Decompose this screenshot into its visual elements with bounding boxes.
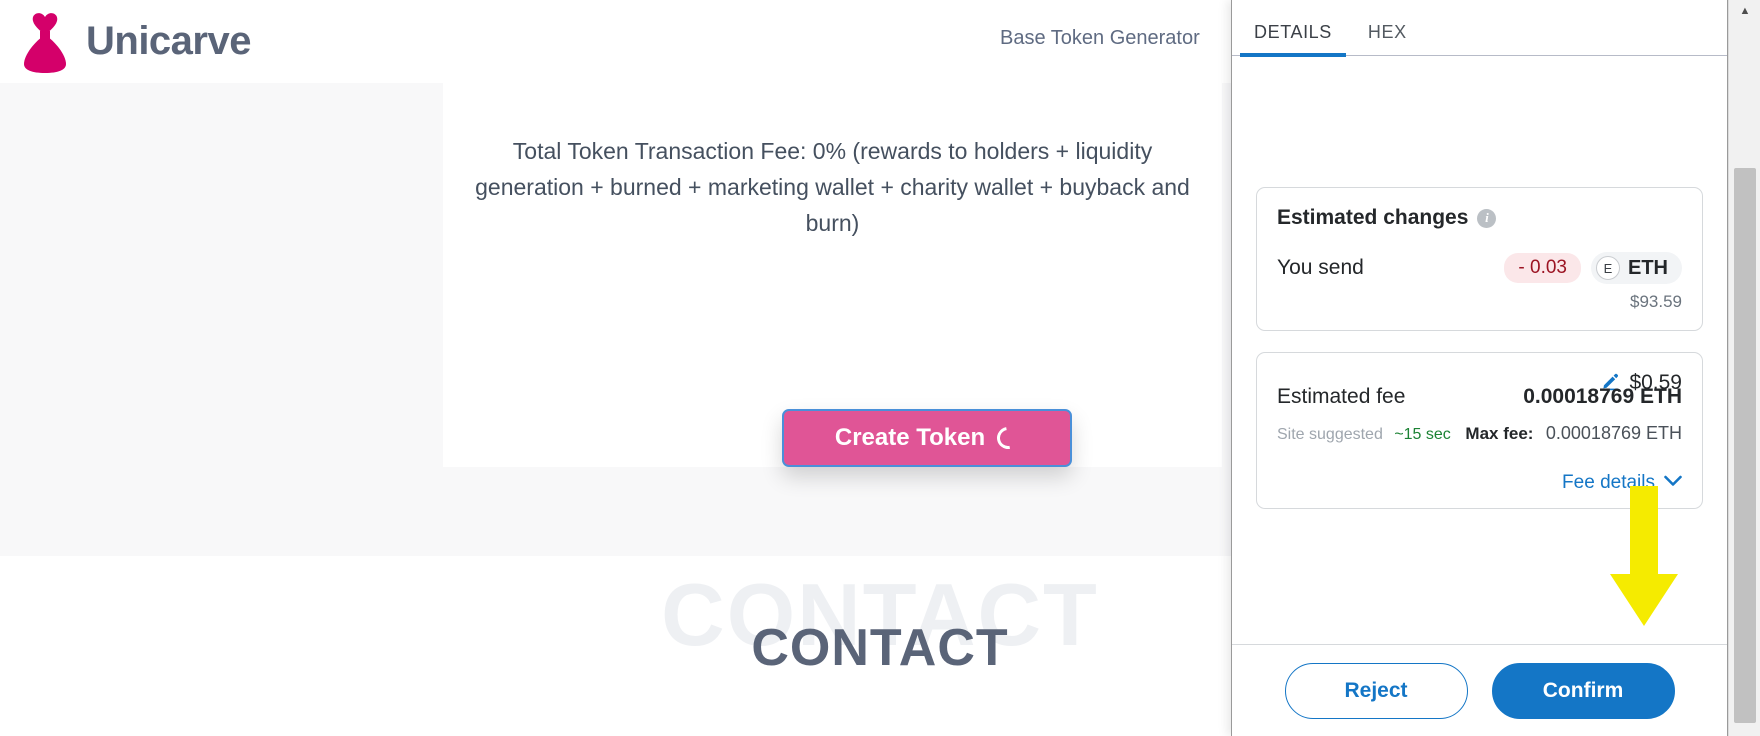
create-token-button[interactable]: Create Token [782,409,1072,467]
estimated-fee-eth: 0.00018769 ETH [1523,385,1682,408]
eth-token-avatar-icon: E [1596,256,1620,280]
heart-dress-logo-icon [18,11,72,73]
yellow-down-arrow-icon [1608,486,1680,636]
estimated-fee-label: Estimated fee [1277,385,1406,408]
send-amount-badge: - 0.03 [1504,253,1581,283]
token-symbol: ETH [1628,256,1668,279]
site-suggested-label: Site suggested [1277,426,1383,443]
wallet-tabs: DETAILS HEX [1232,0,1727,57]
token-info-card: Total Token Transaction Fee: 0% (rewards… [443,83,1222,467]
you-send-row: You send - 0.03 E ETH [1277,252,1682,284]
brand-logo[interactable]: Unicarve [18,11,251,73]
loading-spinner-icon [992,422,1024,454]
tab-hex[interactable]: HEX [1354,22,1421,55]
wallet-footer: Reject Confirm [1232,644,1727,736]
nav-link-base-token-generator[interactable]: Base Token Generator [1000,27,1200,50]
create-token-label: Create Token [834,424,986,451]
estimated-changes-label: Estimated changes [1277,206,1469,229]
fee-meta-row: Site suggested ~15 sec Max fee: 0.000187… [1277,423,1682,444]
fee-description-text: Total Token Transaction Fee: 0% (rewards… [475,138,1190,236]
you-send-values: - 0.03 E ETH [1504,252,1682,284]
max-fee-value: 0.00018769 ETH [1545,423,1682,443]
token-chip: E ETH [1591,252,1682,284]
info-icon[interactable]: i [1477,208,1497,228]
you-send-label: You send [1277,256,1364,279]
scroll-up-arrow-icon[interactable]: ▲ [1729,0,1760,22]
max-fee-label: Max fee: [1465,424,1534,443]
scrollbar-thumb[interactable] [1734,168,1756,723]
confirm-button[interactable]: Confirm [1491,662,1675,719]
send-fiat-value: $93.59 [1630,292,1682,311]
fee-eta: ~15 sec [1394,426,1451,443]
fee-amount-row: Estimated fee 0.00018769 ETH [1277,385,1682,409]
brand-name: Unicarve [86,19,251,63]
max-fee-group: Max fee: 0.00018769 ETH [1465,423,1682,444]
estimated-changes-title-row: Estimated changes i [1277,206,1682,230]
page-scrollbar[interactable]: ▲ [1728,0,1760,736]
site-suggested-group: Site suggested ~15 sec [1277,426,1451,444]
estimated-changes-card: Estimated changes i You send - 0.03 E ET… [1256,187,1703,331]
tab-details[interactable]: DETAILS [1240,22,1346,57]
reject-button[interactable]: Reject [1284,662,1468,719]
screen-root: Total Token Transaction Fee: 0% (rewards… [0,0,1760,736]
